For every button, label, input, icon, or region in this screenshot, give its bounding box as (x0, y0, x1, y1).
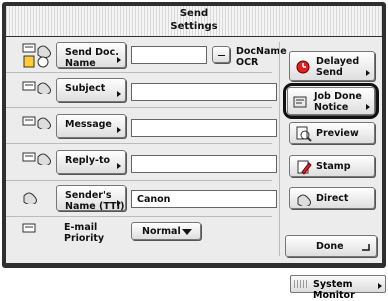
done-button[interactable]: Done (285, 235, 377, 257)
message-field[interactable] (131, 119, 277, 137)
arrow-icon (117, 127, 121, 133)
mail-icon (23, 192, 37, 204)
email-priority-value: Normal (142, 226, 181, 237)
doc-mail-icons (22, 81, 51, 94)
subject-label: Subject (65, 83, 106, 94)
doc-mail-icons (22, 43, 51, 68)
reply-to-field[interactable] (131, 155, 277, 173)
senders-name-value: Canon (137, 194, 171, 205)
delayed-send-button[interactable]: Delayed Send (289, 51, 375, 81)
row-divider (6, 143, 272, 144)
subject-button[interactable]: Subject (56, 78, 126, 102)
email-priority-label: E-mail Priority (64, 222, 105, 244)
preview-button[interactable]: Preview (289, 122, 375, 144)
arrow-icon (117, 200, 121, 206)
direct-icon (297, 194, 311, 206)
hatch-icon (294, 280, 308, 288)
email-priority-dropdown[interactable]: Normal (131, 222, 201, 240)
enter-icon (362, 244, 370, 251)
row-divider (6, 216, 272, 217)
minus-icon (218, 55, 225, 56)
row-divider (6, 72, 272, 73)
message-label: Message (65, 119, 112, 130)
subject-field[interactable] (131, 83, 277, 101)
send-doc-name-label: Send Doc. Name (65, 47, 119, 69)
row-divider (6, 180, 272, 181)
column-divider (279, 42, 280, 256)
magnifier-icon (296, 126, 312, 142)
ocr-toggle-button[interactable] (212, 46, 230, 63)
doc-mail-icons (22, 152, 51, 165)
senders-name-button[interactable]: Sender's Name (TTI) (56, 185, 126, 212)
page-title: Send Settings (170, 8, 218, 32)
stamp-icon (297, 160, 312, 175)
preview-label: Preview (316, 128, 359, 139)
system-monitor-label: System Monitor (313, 279, 355, 301)
arrow-icon (117, 91, 121, 97)
message-button[interactable]: Message (56, 114, 126, 138)
senders-name-field[interactable]: Canon (131, 190, 277, 208)
arrow-icon (117, 57, 121, 63)
row-divider (6, 107, 272, 108)
clock-icon (296, 60, 310, 74)
system-monitor-button[interactable]: System Monitor (290, 275, 386, 301)
reply-to-label: Reply-to (65, 155, 111, 166)
title-bar: Send Settings (6, 6, 382, 36)
bottom-bar: System Monitor (0, 270, 388, 301)
doc-icon (22, 223, 36, 233)
screen: Send Settings Send Doc. Name DocName OCR… (0, 0, 388, 301)
selection-highlight (283, 83, 379, 119)
stamp-button[interactable]: Stamp (289, 155, 375, 177)
delayed-send-label: Delayed Send (316, 56, 360, 78)
arrow-icon (117, 163, 121, 169)
arrow-icon (366, 70, 370, 76)
stamp-label: Stamp (316, 161, 351, 172)
send-doc-name-field[interactable] (131, 46, 207, 64)
direct-button[interactable]: Direct (289, 187, 375, 209)
send-doc-name-button[interactable]: Send Doc. Name (56, 42, 126, 69)
senders-name-label: Sender's Name (TTI) (65, 190, 125, 212)
reply-to-button[interactable]: Reply-to (56, 150, 126, 174)
done-label: Done (316, 241, 344, 252)
doc-mail-icons (22, 116, 51, 129)
direct-label: Direct (316, 193, 349, 204)
chevron-down-icon (182, 229, 192, 235)
arrow-icon (378, 283, 382, 289)
